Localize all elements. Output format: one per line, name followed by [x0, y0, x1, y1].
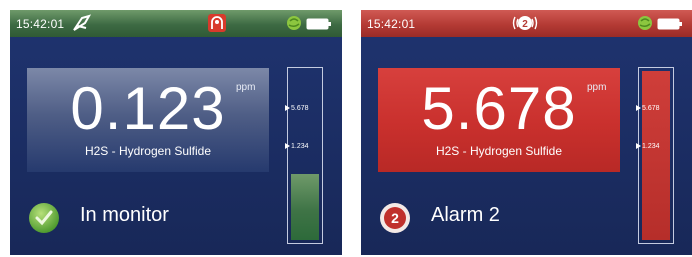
gas-reading-panel: 0.123 ppm H2S - Hydrogen Sulfide: [27, 68, 269, 172]
threshold-marker-icon: [636, 105, 641, 112]
alarm-level-digit: 2: [391, 210, 399, 226]
threshold-marker-icon: [636, 143, 641, 150]
status-indicator: 2 Alarm 2: [379, 202, 500, 239]
status-bar: 15:42:01 2: [361, 10, 692, 37]
status-label: Alarm 2: [431, 204, 500, 226]
threshold-low: 1.234: [285, 143, 309, 150]
threshold-high: 5.678: [285, 105, 309, 112]
threshold-marker-icon: [285, 143, 290, 150]
gas-reading-panel: 5.678 ppm H2S - Hydrogen Sulfide: [378, 68, 620, 172]
status-indicator: In monitor: [28, 202, 169, 239]
threshold-marker-icon: [285, 105, 290, 112]
alarm-2-icon: 2: [380, 203, 410, 233]
clock: 15:42:01: [16, 17, 65, 31]
threshold-high: 5.678: [636, 105, 660, 112]
satellite-icon: [73, 14, 92, 31]
monitor-screen: 15:42:01 0.123 ppm H2S - Hydrogen Sulfid…: [10, 10, 342, 255]
alarm-indicator-icon: [208, 14, 226, 32]
concentration-value: 5.678: [421, 75, 577, 142]
level-bar: 5.678 1.234: [636, 67, 674, 244]
gps-globe-icon: [638, 16, 652, 30]
status-bar: 15:42:01: [10, 10, 342, 37]
clock: 15:42:01: [367, 17, 416, 31]
check-icon: [29, 203, 59, 233]
status-label: In monitor: [80, 204, 169, 226]
threshold-low: 1.234: [636, 143, 660, 150]
unit-label: ppm: [587, 82, 607, 93]
gps-globe-icon: [287, 16, 301, 30]
battery-icon: [657, 18, 682, 30]
gas-name: H2S - Hydrogen Sulfide: [435, 144, 563, 158]
unit-label: ppm: [236, 82, 256, 93]
level-fill: [291, 174, 319, 240]
concentration-value: 0.123: [70, 75, 226, 142]
battery-icon: [306, 18, 331, 30]
level-fill: [642, 71, 670, 240]
alarm-screen: 15:42:01 2 5.678 ppm H2S - Hydrogen Sulf…: [361, 10, 692, 255]
alarm-level-digit: 2: [522, 19, 528, 30]
alarm-2-bell-icon: 2: [512, 16, 538, 30]
level-bar: 5.678 1.234: [285, 67, 323, 244]
gas-name: H2S - Hydrogen Sulfide: [84, 144, 212, 158]
